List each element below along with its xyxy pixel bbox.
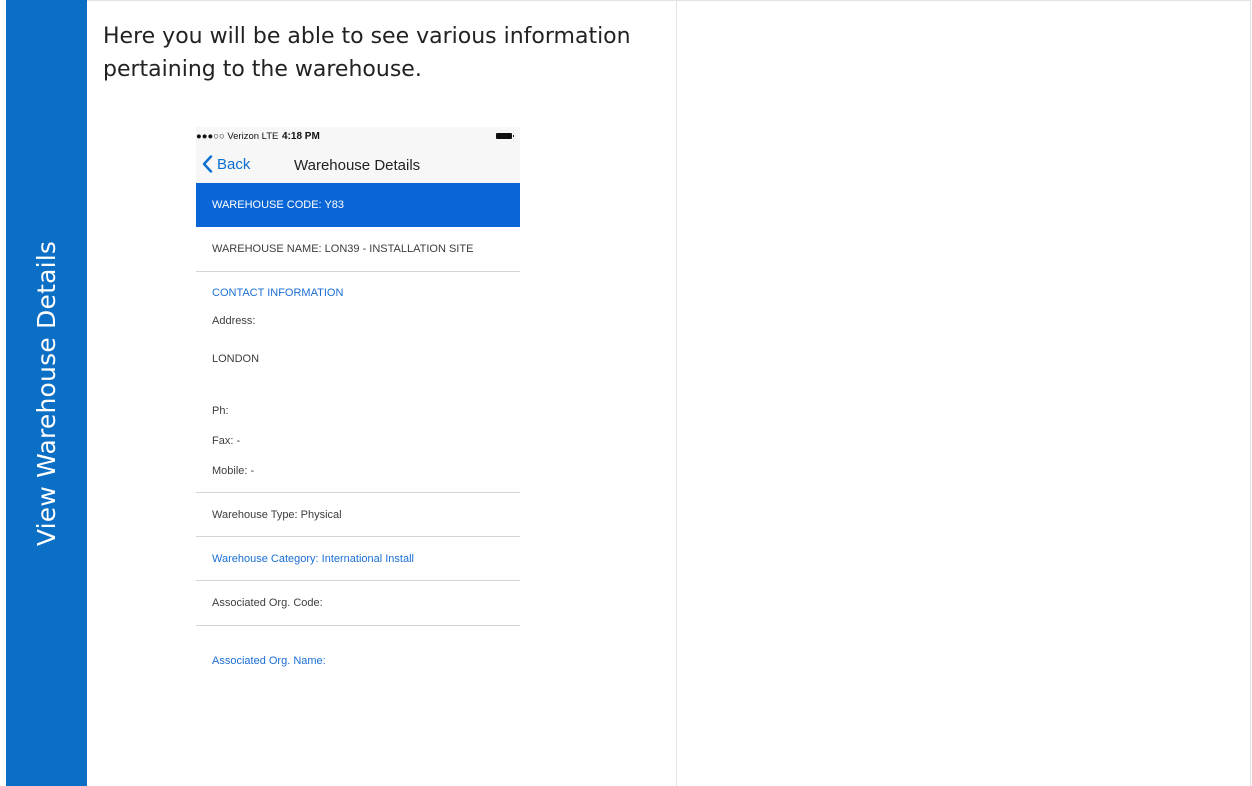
sidebar: View Warehouse Details (6, 0, 87, 786)
status-time: 4:18 PM (282, 131, 320, 142)
warehouse-code-row: WAREHOUSE CODE: Y83 (196, 183, 520, 227)
address-label: Address: (212, 315, 256, 327)
frame-right-border (1250, 0, 1251, 786)
chevron-left-icon (202, 155, 213, 173)
back-label: Back (217, 155, 251, 173)
phone-screenshot: ●●●○○ Verizon LTE 4:18 PM Back Warehouse… (196, 127, 520, 687)
intro-text: Here you will be able to see various inf… (103, 24, 631, 82)
nav-bar: Back Warehouse Details (196, 147, 520, 183)
column-divider (676, 0, 677, 786)
warehouse-category-row[interactable]: Warehouse Category: International Instal… (196, 537, 520, 581)
warehouse-name-row: WAREHOUSE NAME: LON39 - INSTALLATION SIT… (196, 227, 520, 272)
warehouse-type-row: Warehouse Type: Physical (196, 493, 520, 537)
frame-top-border (87, 0, 1251, 1)
mobile-label: Mobile: - (212, 465, 255, 477)
battery-icon (496, 133, 514, 139)
associated-org-code-row: Associated Org. Code: (196, 581, 520, 626)
fax-label: Fax: - (212, 435, 241, 447)
sidebar-title: View Warehouse Details (32, 240, 62, 546)
contact-heading: CONTACT INFORMATION (212, 287, 344, 299)
contact-information-section: CONTACT INFORMATION Address: LONDON Ph: … (196, 272, 520, 493)
address-city: LONDON (212, 353, 260, 365)
associated-org-name-row[interactable]: Associated Org. Name: (196, 626, 520, 686)
back-button[interactable]: Back (202, 155, 250, 173)
carrier-signal: ●●●○○ Verizon LTE (196, 131, 279, 142)
status-bar: ●●●○○ Verizon LTE 4:18 PM (196, 127, 520, 147)
associated-org-name-label: Associated Org. Name: (212, 655, 326, 667)
nav-title: Warehouse Details (294, 157, 421, 174)
phone-label: Ph: (212, 405, 229, 417)
